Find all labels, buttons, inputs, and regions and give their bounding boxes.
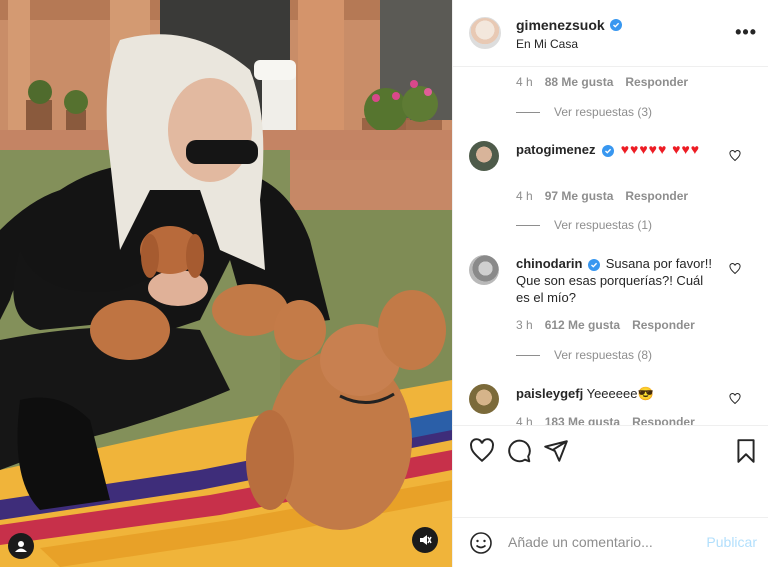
bookmark-icon[interactable] — [733, 438, 759, 464]
comment-username[interactable]: paisleygefj — [516, 386, 583, 401]
comment-username[interactable]: chinodarin — [516, 256, 582, 271]
user-tag-button[interactable] — [8, 533, 34, 559]
post-header: gimenezsuok En Mi Casa ••• — [453, 0, 768, 67]
user-tag-icon — [15, 541, 27, 552]
view-replies-label[interactable]: Ver respuestas (8) — [554, 348, 652, 362]
comment-likes[interactable]: 97 Me gusta — [545, 189, 614, 203]
comment-likes[interactable]: 183 Me gusta — [545, 415, 620, 425]
comment-meta: 4 h 183 Me gusta Responder — [516, 415, 695, 425]
comment-time: 4 h — [516, 189, 533, 203]
add-comment-bar: Publicar — [453, 517, 768, 567]
comment-text-line: es el mío? — [516, 290, 576, 305]
mute-icon — [420, 535, 432, 545]
reply-button[interactable]: Responder — [625, 75, 688, 89]
comment-icon[interactable] — [506, 438, 532, 464]
comment-time: 4 h — [516, 75, 533, 89]
reply-button[interactable]: Responder — [625, 189, 688, 203]
view-replies[interactable]: Ver respuestas (8) — [516, 348, 652, 362]
comment-text-line: Que son esas porquerías?! Cuál — [516, 273, 704, 288]
publish-button[interactable]: Publicar — [706, 534, 757, 550]
comment-meta: 3 h 612 Me gusta Responder — [516, 318, 695, 332]
post-media[interactable] — [0, 0, 452, 567]
reply-button[interactable]: Responder — [632, 318, 695, 332]
comment-body: chinodarin Susana por favor!! Que son es… — [516, 255, 741, 306]
verified-icon — [602, 145, 615, 157]
commenter-avatar[interactable] — [469, 384, 499, 414]
heart-icon[interactable] — [469, 438, 495, 464]
comment-text-line: Susana por favor!! — [605, 256, 712, 271]
comment-meta: 4 h 97 Me gusta Responder — [516, 189, 688, 203]
mute-button[interactable] — [412, 527, 438, 553]
reply-button[interactable]: Responder — [632, 415, 695, 425]
comment-meta: 4 h 88 Me gusta Responder — [516, 75, 688, 89]
more-icon[interactable]: ••• — [735, 22, 757, 43]
comment-likes[interactable]: 88 Me gusta — [545, 75, 614, 89]
share-icon[interactable] — [543, 438, 569, 464]
author-row: gimenezsuok — [516, 17, 622, 33]
view-replies[interactable]: Ver respuestas (1) — [516, 218, 652, 232]
verified-icon — [609, 19, 622, 31]
comment-time: 4 h — [516, 415, 533, 425]
author-username[interactable]: gimenezsuok — [516, 17, 605, 33]
comment-text: ♥♥♥♥♥ ♥♥♥ — [620, 141, 701, 157]
view-replies-label[interactable]: Ver respuestas (3) — [554, 105, 652, 119]
comment-body: paisleygefj Yeeeeee😎 — [516, 385, 741, 402]
post-location[interactable]: En Mi Casa — [516, 37, 578, 51]
like-comment-icon[interactable] — [729, 393, 741, 405]
action-bar — [453, 425, 768, 517]
emoji-icon[interactable] — [469, 531, 493, 555]
like-comment-icon[interactable] — [729, 150, 741, 162]
commenter-avatar[interactable] — [469, 141, 499, 171]
comment-username[interactable]: patogimenez — [516, 142, 595, 157]
comment-text: Yeeeeee😎 — [586, 386, 654, 401]
comment-time: 3 h — [516, 318, 533, 332]
commenter-avatar[interactable] — [469, 255, 499, 285]
comment-likes[interactable]: 612 Me gusta — [545, 318, 620, 332]
comments-list[interactable]: 4 h 88 Me gusta Responder Ver respuestas… — [453, 67, 768, 425]
view-replies-label[interactable]: Ver respuestas (1) — [554, 218, 652, 232]
replies-dash — [516, 354, 540, 356]
replies-dash — [516, 224, 540, 226]
post-panel: gimenezsuok En Mi Casa ••• 4 h 88 Me gus… — [452, 0, 768, 567]
comment-body: patogimenez ♥♥♥♥♥ ♥♥♥ — [516, 141, 741, 158]
post-photo — [0, 0, 452, 567]
like-comment-icon[interactable] — [729, 263, 741, 275]
verified-icon — [588, 259, 601, 271]
author-avatar[interactable] — [469, 17, 501, 49]
view-replies[interactable]: Ver respuestas (3) — [516, 105, 652, 119]
comment-input[interactable] — [508, 532, 698, 552]
replies-dash — [516, 111, 540, 113]
